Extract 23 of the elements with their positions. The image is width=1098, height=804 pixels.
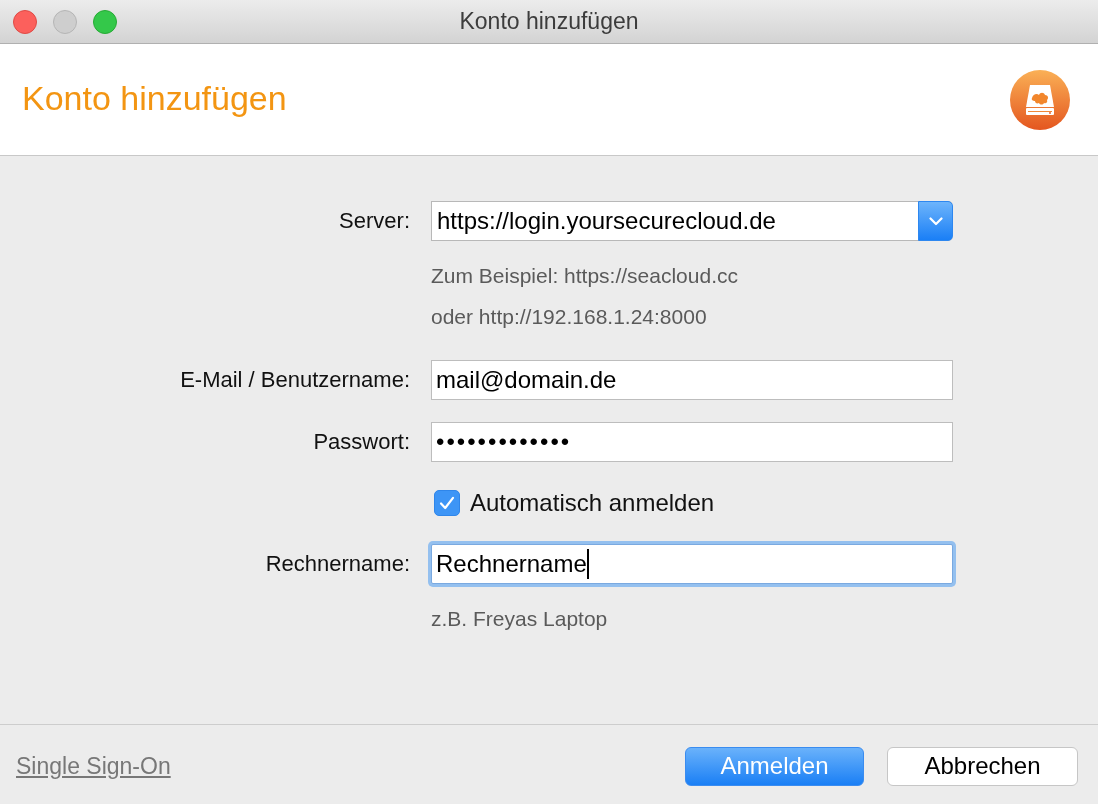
text-field[interactable]: mail@domain.de [431, 360, 953, 400]
checkmark-icon [439, 496, 455, 510]
cancel-button[interactable]: Abbrechen [887, 746, 1078, 786]
drive-logo-icon [1010, 69, 1070, 130]
field-label: Server: [339, 208, 410, 234]
chevron-down-icon [928, 216, 943, 226]
checkbox-label[interactable]: Automatisch anmelden [470, 489, 715, 517]
hint-text: z.B. Freyas Laptop [431, 606, 608, 632]
hint-text: oder http://192.168.1.24:8000 [431, 304, 707, 330]
dropdown-button[interactable] [918, 201, 953, 241]
zoom-window-icon[interactable] [93, 9, 117, 34]
field-label: E-Mail / Benutzername: [180, 367, 410, 393]
single-sign-on-link[interactable]: Single Sign-On [16, 752, 171, 780]
password-field[interactable]: ••••••••••••• [431, 422, 953, 462]
close-window-icon[interactable] [13, 9, 37, 34]
text-field[interactable]: Rechnername [431, 544, 953, 584]
field-label: Passwort: [313, 429, 410, 455]
window-title: Konto hinzufügen [459, 8, 639, 35]
dialog-title: Konto hinzufügen [22, 79, 287, 119]
combobox[interactable]: https://login.yoursecurecloud.de [431, 201, 953, 241]
checkbox[interactable] [434, 490, 460, 516]
field-label: Rechnername: [265, 551, 410, 577]
hint-text: Zum Beispiel: https://seacloud.cc [431, 263, 738, 289]
